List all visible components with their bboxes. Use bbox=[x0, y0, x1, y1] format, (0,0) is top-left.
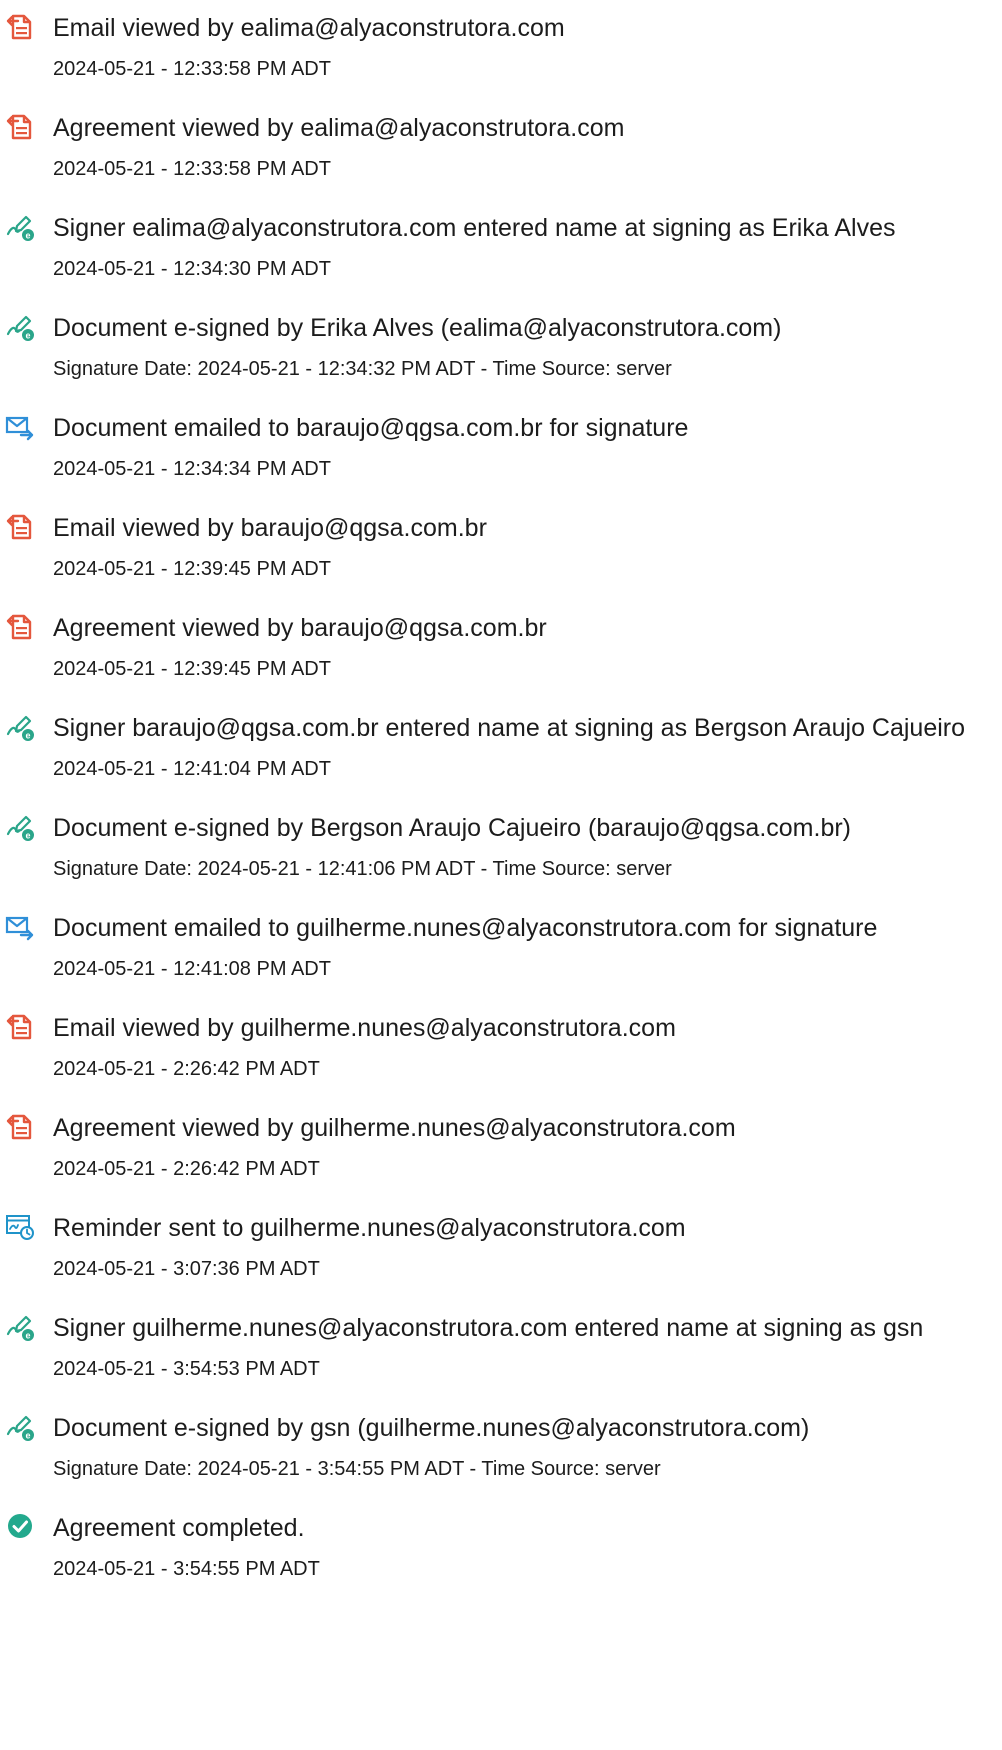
event-timestamp: 2024-05-21 - 12:33:58 PM ADT bbox=[53, 158, 331, 180]
event-title: Document e-signed by Erika Alves (ealima… bbox=[53, 314, 782, 342]
event-timestamp: 2024-05-21 - 2:26:42 PM ADT bbox=[53, 1058, 320, 1080]
svg-text:e: e bbox=[25, 831, 30, 841]
event-title: Email viewed by baraujo@qgsa.com.br bbox=[53, 514, 487, 542]
audit-event: Document emailed to baraujo@qgsa.com.br … bbox=[0, 400, 1002, 500]
e-sign-pen-icon: e bbox=[5, 212, 35, 242]
event-timestamp: 2024-05-21 - 12:41:04 PM ADT bbox=[53, 758, 331, 780]
event-timestamp: Signature Date: 2024-05-21 - 12:41:06 PM… bbox=[53, 858, 672, 880]
event-timestamp: 2024-05-21 - 12:34:34 PM ADT bbox=[53, 458, 331, 480]
svg-text:e: e bbox=[25, 1431, 30, 1441]
audit-event: Agreement viewed by baraujo@qgsa.com.br 2… bbox=[0, 600, 1002, 700]
e-sign-pen-icon: e bbox=[5, 812, 35, 842]
svg-text:e: e bbox=[25, 331, 30, 341]
event-title: Agreement viewed by guilherme.nunes@alya… bbox=[53, 1114, 736, 1142]
event-timestamp: 2024-05-21 - 12:34:30 PM ADT bbox=[53, 258, 331, 280]
document-viewed-icon bbox=[5, 512, 35, 542]
e-sign-pen-icon: e bbox=[5, 1312, 35, 1342]
event-timestamp: 2024-05-21 - 3:54:53 PM ADT bbox=[53, 1358, 320, 1380]
email-sent-icon bbox=[5, 412, 35, 442]
svg-text:e: e bbox=[25, 231, 30, 241]
event-timestamp: 2024-05-21 - 2:26:42 PM ADT bbox=[53, 1158, 320, 1180]
svg-text:e: e bbox=[25, 731, 30, 741]
event-title: Signer baraujo@qgsa.com.br entered name … bbox=[53, 714, 966, 742]
document-viewed-icon bbox=[5, 612, 35, 642]
event-title: Email viewed by guilherme.nunes@alyacons… bbox=[53, 1014, 676, 1042]
e-sign-pen-icon: e bbox=[5, 1412, 35, 1442]
reminder-icon bbox=[5, 1212, 35, 1242]
document-viewed-icon bbox=[5, 112, 35, 142]
audit-event: Reminder sent to guilherme.nunes@alyacon… bbox=[0, 1200, 1002, 1300]
audit-event: Document emailed to guilherme.nunes@alya… bbox=[0, 900, 1002, 1000]
event-title: Signer ealima@alyaconstrutora.com entere… bbox=[53, 214, 896, 242]
audit-event: e Document e-signed by Erika Alves (eali… bbox=[0, 300, 1002, 400]
event-timestamp: 2024-05-21 - 3:54:55 PM ADT bbox=[53, 1558, 320, 1580]
event-timestamp: Signature Date: 2024-05-21 - 3:54:55 PM … bbox=[53, 1458, 661, 1480]
event-title: Email viewed by ealima@alyaconstrutora.c… bbox=[53, 14, 565, 42]
audit-event: e Signer guilherme.nunes@alyaconstrutora… bbox=[0, 1300, 1002, 1400]
document-viewed-icon bbox=[5, 1112, 35, 1142]
document-viewed-icon bbox=[5, 12, 35, 42]
e-sign-pen-icon: e bbox=[5, 312, 35, 342]
event-title: Document e-signed by gsn (guilherme.nune… bbox=[53, 1414, 810, 1442]
audit-event: e Signer ealima@alyaconstrutora.com ente… bbox=[0, 200, 1002, 300]
event-title: Document e-signed by Bergson Araujo Caju… bbox=[53, 814, 852, 842]
event-timestamp: 2024-05-21 - 12:41:08 PM ADT bbox=[53, 958, 331, 980]
event-timestamp: Signature Date: 2024-05-21 - 12:34:32 PM… bbox=[53, 358, 672, 380]
audit-event: e Signer baraujo@qgsa.com.br entered nam… bbox=[0, 700, 1002, 800]
event-title: Signer guilherme.nunes@alyaconstrutora.c… bbox=[53, 1314, 924, 1342]
event-title: Agreement completed. bbox=[53, 1514, 305, 1542]
audit-event: e Document e-signed by Bergson Araujo Ca… bbox=[0, 800, 1002, 900]
audit-event: Agreement viewed by guilherme.nunes@alya… bbox=[0, 1100, 1002, 1200]
svg-text:e: e bbox=[25, 1331, 30, 1341]
event-title: Document emailed to baraujo@qgsa.com.br … bbox=[53, 414, 689, 442]
audit-event: Email viewed by ealima@alyaconstrutora.c… bbox=[0, 0, 1002, 100]
event-timestamp: 2024-05-21 - 12:39:45 PM ADT bbox=[53, 658, 331, 680]
e-sign-pen-icon: e bbox=[5, 712, 35, 742]
event-title: Agreement viewed by ealima@alyaconstruto… bbox=[53, 114, 625, 142]
audit-event: Email viewed by baraujo@qgsa.com.br 2024-… bbox=[0, 500, 1002, 600]
audit-event: e Document e-signed by gsn (guilherme.nu… bbox=[0, 1400, 1002, 1500]
event-title: Reminder sent to guilherme.nunes@alyacon… bbox=[53, 1214, 686, 1242]
event-title: Document emailed to guilherme.nunes@alya… bbox=[53, 914, 878, 942]
audit-event: Agreement viewed by ealima@alyaconstruto… bbox=[0, 100, 1002, 200]
event-timestamp: 2024-05-21 - 3:07:36 PM ADT bbox=[53, 1258, 320, 1280]
document-viewed-icon bbox=[5, 1012, 35, 1042]
check-circle-icon bbox=[5, 1512, 35, 1542]
email-sent-icon bbox=[5, 912, 35, 942]
event-timestamp: 2024-05-21 - 12:33:58 PM ADT bbox=[53, 58, 331, 80]
audit-event: Email viewed by guilherme.nunes@alyacons… bbox=[0, 1000, 1002, 1100]
event-title: Agreement viewed by baraujo@qgsa.com.br bbox=[53, 614, 547, 642]
event-timestamp: 2024-05-21 - 12:39:45 PM ADT bbox=[53, 558, 331, 580]
audit-event: Agreement completed. 2024-05-21 - 3:54:55… bbox=[0, 1500, 1002, 1600]
